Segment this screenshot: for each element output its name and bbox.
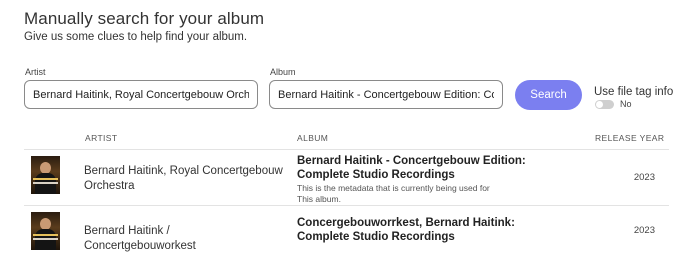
row-album: Concergebouworrkest, Bernard Haitink: Co… <box>297 216 527 244</box>
row-album: Bernard Haitink - Concertgebouw Edition:… <box>297 154 527 205</box>
row-album-title: Concergebouworrkest, Bernard Haitink: Co… <box>297 217 515 243</box>
cover-title-band <box>33 178 58 180</box>
file-tag-label: Use file tag info <box>594 86 674 98</box>
row-artist: Bernard Haitink, Royal Concertgebouw Orc… <box>84 165 283 192</box>
cover-subtitle-band <box>33 238 58 240</box>
row-album-note: This is the metadata that is currently b… <box>297 183 490 204</box>
row-release-year: 2023 <box>633 225 655 236</box>
cover-subtitle-band <box>33 182 58 184</box>
result-row[interactable]: Bernard Haitink / Concertgebouworkest Co… <box>24 206 669 256</box>
result-row[interactable]: Bernard Haitink, Royal Concertgebouw Orc… <box>24 150 669 205</box>
column-header-artist[interactable]: ARTIST <box>85 133 117 143</box>
column-header-release-year[interactable]: RELEASE YEAR <box>595 133 664 143</box>
album-cover-thumbnail <box>31 212 60 250</box>
page-subtitle: Give us some clues to help find your alb… <box>24 31 248 43</box>
album-label: Album <box>270 67 296 77</box>
artist-input[interactable] <box>24 80 258 109</box>
row-album-title: Bernard Haitink - Concertgebouw Edition:… <box>297 155 526 181</box>
row-artist: Bernard Haitink / Concertgebouworkest <box>84 225 196 252</box>
album-input[interactable] <box>269 80 503 109</box>
search-button[interactable]: Search <box>515 80 582 110</box>
cover-title-band <box>33 234 58 236</box>
column-header-album[interactable]: ALBUM <box>297 133 328 143</box>
toggle-knob <box>596 101 603 108</box>
page-title: Manually search for your album <box>24 9 265 28</box>
file-tag-toggle[interactable] <box>595 100 614 109</box>
row-release-year: 2023 <box>633 172 655 183</box>
artist-label: Artist <box>25 67 46 77</box>
album-cover-thumbnail <box>31 156 60 194</box>
file-tag-state: No <box>620 99 632 109</box>
